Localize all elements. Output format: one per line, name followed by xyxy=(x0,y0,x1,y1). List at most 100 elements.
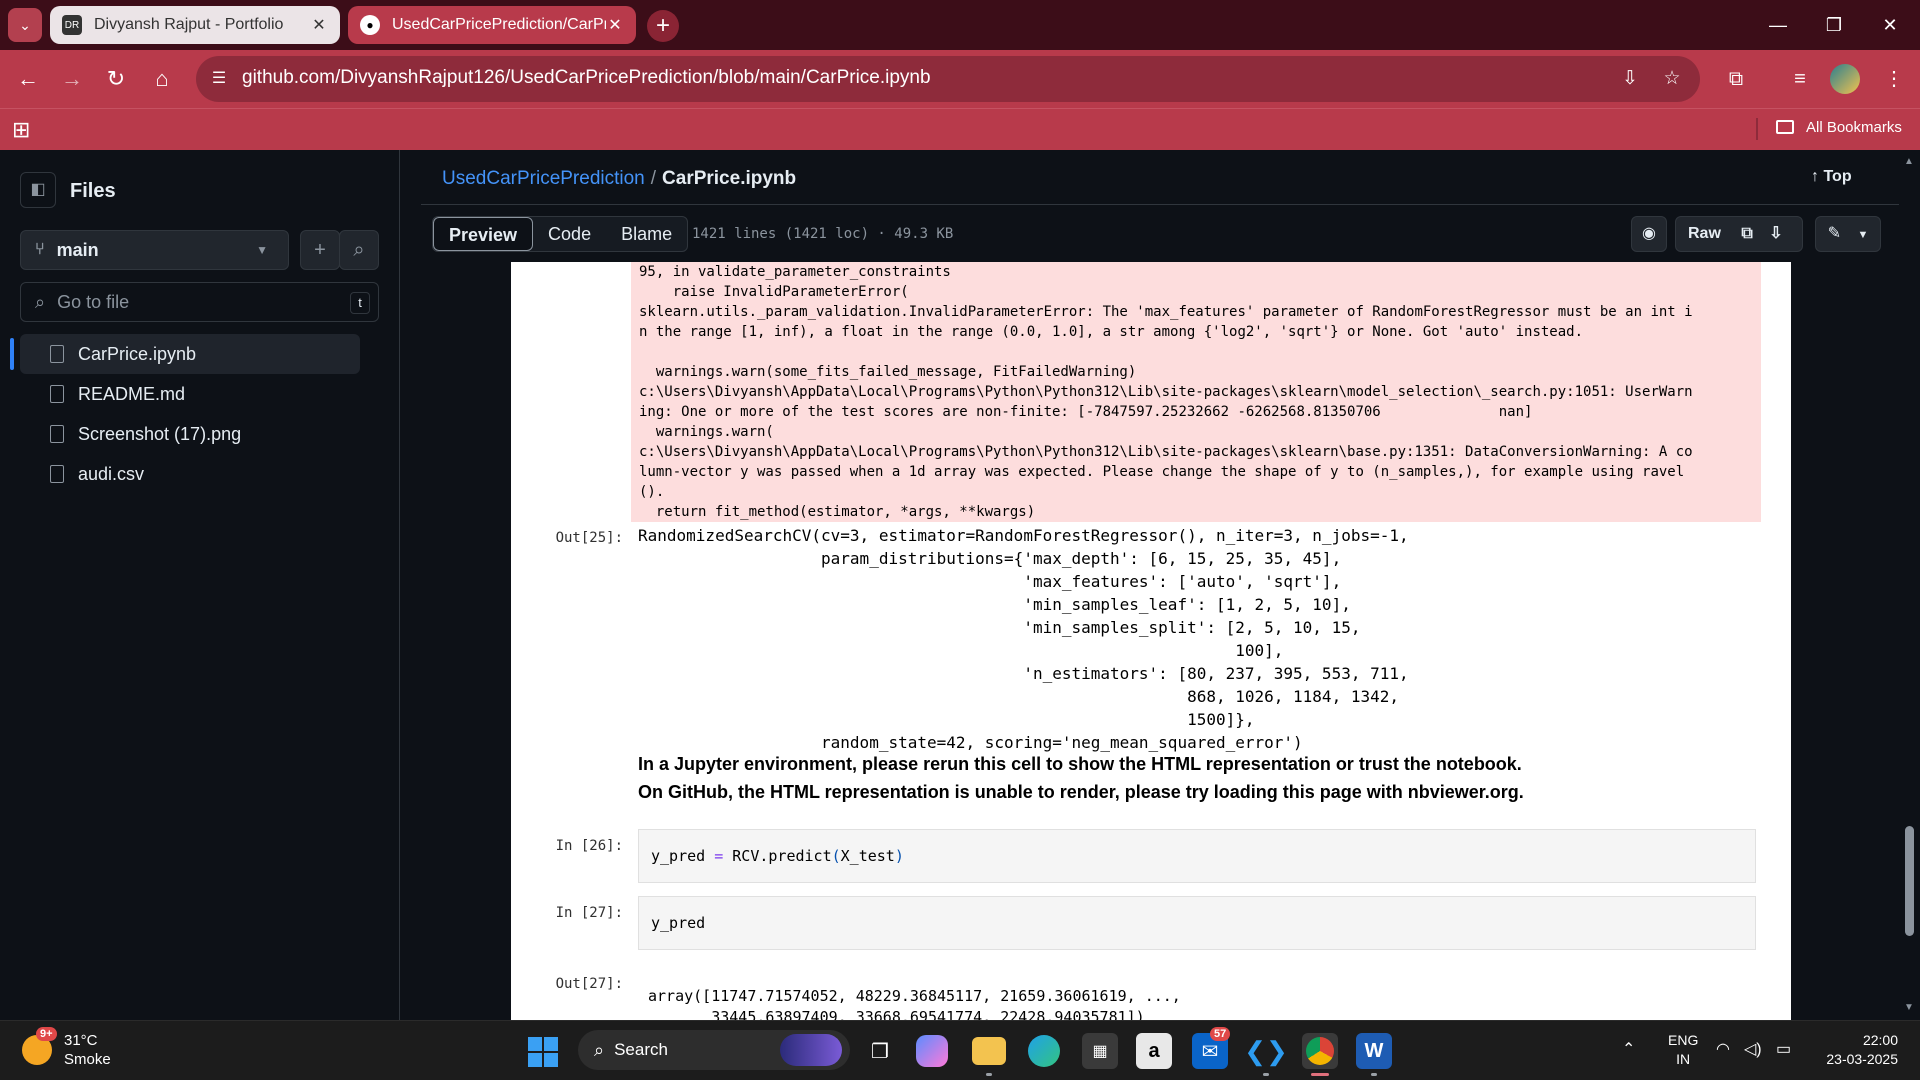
code-cell[interactable]: y_pred = RCV.predict(X_test) xyxy=(638,829,1756,883)
temperature: 31°C xyxy=(64,1032,98,1049)
weather-sun-icon: 9+ xyxy=(22,1027,57,1065)
battery-icon[interactable]: ▭ xyxy=(1776,1039,1791,1059)
file-name: audi.csv xyxy=(78,463,145,484)
close-window-icon[interactable]: ✕ xyxy=(1870,10,1910,40)
scrollbar-thumb[interactable] xyxy=(1905,826,1914,936)
weather-widget[interactable]: 9+ 31°C Smoke xyxy=(22,1027,111,1069)
code-token: RCV.predict xyxy=(723,847,832,865)
tab-search-chevron-icon[interactable]: ⌄ xyxy=(8,8,42,42)
language-indicator[interactable]: ENG IN xyxy=(1668,1031,1698,1069)
browser-toolbar: ← → ↻ ⌂ ☰ github.com/DivyanshRajput126/U… xyxy=(0,50,1920,108)
tab-code[interactable]: Code xyxy=(533,217,606,251)
go-to-file-input[interactable]: ⌕ Go to file t xyxy=(20,282,379,322)
notebook-preview: 95, in validate_parameter_constraints ra… xyxy=(511,262,1791,1020)
chevron-down-icon: ▼ xyxy=(256,243,268,257)
sidebar-title: Files xyxy=(70,180,116,202)
vscode-icon[interactable]: ❮❯ xyxy=(1244,1033,1288,1069)
forward-icon[interactable]: → xyxy=(56,63,88,95)
search-label: Search xyxy=(614,1040,668,1059)
stderr-output: 95, in validate_parameter_constraints ra… xyxy=(631,262,1761,522)
portfolio-favicon-icon: DR xyxy=(62,15,82,35)
new-tab-button[interactable]: + xyxy=(647,10,679,42)
task-view-icon[interactable]: ❐ xyxy=(862,1033,898,1069)
weather-badge: 9+ xyxy=(36,1027,57,1041)
file-item-readme[interactable]: README.md xyxy=(20,374,360,414)
more-menu-icon[interactable]: ⋮ xyxy=(1878,63,1910,95)
close-tab-icon[interactable]: ✕ xyxy=(606,15,624,35)
site-info-icon[interactable]: ☰ xyxy=(206,66,232,92)
tab-github[interactable]: ● UsedCarPricePrediction/CarPric ✕ xyxy=(348,6,636,44)
file-explorer-icon[interactable] xyxy=(972,1037,1006,1065)
amazon-icon[interactable]: a xyxy=(1136,1033,1172,1069)
url-text[interactable]: github.com/DivyanshRajput126/UsedCarPric… xyxy=(242,67,931,89)
file-name: CarPrice.ipynb xyxy=(78,343,197,364)
code-token: X_test xyxy=(840,847,895,865)
chevron-up-icon[interactable]: ⌃ xyxy=(1622,1039,1635,1059)
tab-blame[interactable]: Blame xyxy=(606,217,687,251)
file-item-screenshot[interactable]: Screenshot (17).png xyxy=(20,414,360,454)
download-icon[interactable]: ⇩ xyxy=(1769,225,1782,242)
file-tree-sidebar: ◧ Files ⑂ main ▼ + ⌕ ⌕ Go to file t CarP… xyxy=(0,150,400,1020)
collapse-sidebar-icon[interactable]: ◧ xyxy=(20,172,56,208)
bookmark-star-icon[interactable]: ☆ xyxy=(1658,65,1686,93)
scroll-down-icon[interactable]: ▼ xyxy=(1904,1002,1914,1013)
home-icon[interactable]: ⌂ xyxy=(146,63,178,95)
back-to-top-button[interactable]: ↑ Top xyxy=(1811,168,1852,186)
mail-badge: 57 xyxy=(1210,1027,1231,1041)
branch-selector[interactable]: ⑂ main ▼ xyxy=(20,230,289,270)
shortcut-key: t xyxy=(350,292,370,314)
copy-icon[interactable]: ⧉ xyxy=(1741,225,1752,242)
pencil-icon[interactable]: ✎ xyxy=(1828,225,1841,242)
chrome-icon[interactable] xyxy=(1302,1033,1338,1069)
browser-tab-bar: ⌄ DR Divyansh Rajput - Portfolio ✕ ● Use… xyxy=(0,0,1920,50)
folder-icon[interactable] xyxy=(1776,120,1794,134)
chevron-down-icon[interactable]: ▼ xyxy=(1857,229,1868,241)
code-cell[interactable]: y_pred xyxy=(638,896,1756,950)
extensions-icon[interactable]: ⧉ xyxy=(1720,63,1752,95)
wifi-icon[interactable]: ◠ xyxy=(1716,1039,1730,1059)
taskbar-search[interactable]: ⌕ Search xyxy=(578,1030,850,1070)
close-tab-icon[interactable]: ✕ xyxy=(310,15,328,35)
add-file-button[interactable]: + xyxy=(300,230,340,270)
file-item-carprice[interactable]: CarPrice.ipynb xyxy=(20,334,360,374)
file-name: Screenshot (17).png xyxy=(78,423,242,444)
media-controls-icon[interactable]: ≡ xyxy=(1784,63,1816,95)
file-icon xyxy=(50,465,64,483)
back-icon[interactable]: ← xyxy=(12,63,44,95)
scroll-up-icon[interactable]: ▲ xyxy=(1904,156,1914,167)
raw-button[interactable]: Raw xyxy=(1688,225,1721,242)
input-prompt: In [26]: xyxy=(555,838,623,854)
profile-avatar[interactable] xyxy=(1830,64,1860,94)
system-clock[interactable]: 22:00 23-03-2025 xyxy=(1818,1031,1898,1069)
restore-icon[interactable]: ❐ xyxy=(1814,10,1854,40)
file-meta: 1421 lines (1421 loc) · 49.3 KB xyxy=(692,226,954,242)
microsoft-store-icon[interactable]: ▦ xyxy=(1082,1033,1118,1069)
tab-portfolio[interactable]: DR Divyansh Rajput - Portfolio ✕ xyxy=(50,6,340,44)
page-scrollbar[interactable]: ▲ ▼ xyxy=(1899,150,1920,1020)
apps-grid-icon[interactable]: ⊞ xyxy=(12,117,30,143)
all-bookmarks-label[interactable]: All Bookmarks xyxy=(1806,119,1902,136)
breadcrumb: UsedCarPricePrediction / CarPrice.ipynb xyxy=(442,168,796,190)
file-name: README.md xyxy=(78,383,186,404)
region-code: IN xyxy=(1676,1051,1691,1067)
search-icon: ⌕ xyxy=(35,291,46,312)
file-item-audi-csv[interactable]: audi.csv xyxy=(20,454,360,494)
copilot-icon[interactable]: ◉ xyxy=(1631,216,1667,252)
address-bar[interactable]: ☰ github.com/DivyanshRajput126/UsedCarPr… xyxy=(196,56,1700,102)
windows-start-icon[interactable] xyxy=(528,1037,558,1067)
reload-icon[interactable]: ↻ xyxy=(100,63,132,95)
randomized-search-output: RandomizedSearchCV(cv=3, estimator=Rando… xyxy=(638,526,1409,752)
active-file-indicator xyxy=(10,338,14,370)
windows-taskbar: 9+ 31°C Smoke ⌕ Search ❐ ▦ a ✉ 57 ❮❯ W ⌃… xyxy=(0,1020,1920,1080)
tab-preview[interactable]: Preview xyxy=(433,217,534,251)
edge-browser-icon[interactable] xyxy=(1028,1035,1060,1067)
copilot-app-icon[interactable] xyxy=(916,1035,948,1067)
volume-icon[interactable]: ◁) xyxy=(1744,1039,1762,1059)
repo-link[interactable]: UsedCarPricePrediction xyxy=(442,168,645,189)
minimize-icon[interactable]: — xyxy=(1758,10,1798,40)
search-button[interactable]: ⌕ xyxy=(339,230,379,270)
word-icon[interactable]: W xyxy=(1356,1033,1392,1069)
output-prompt: Out[27]: xyxy=(555,976,623,992)
install-app-icon[interactable]: ⇩ xyxy=(1616,65,1644,93)
running-indicator xyxy=(1371,1073,1377,1076)
